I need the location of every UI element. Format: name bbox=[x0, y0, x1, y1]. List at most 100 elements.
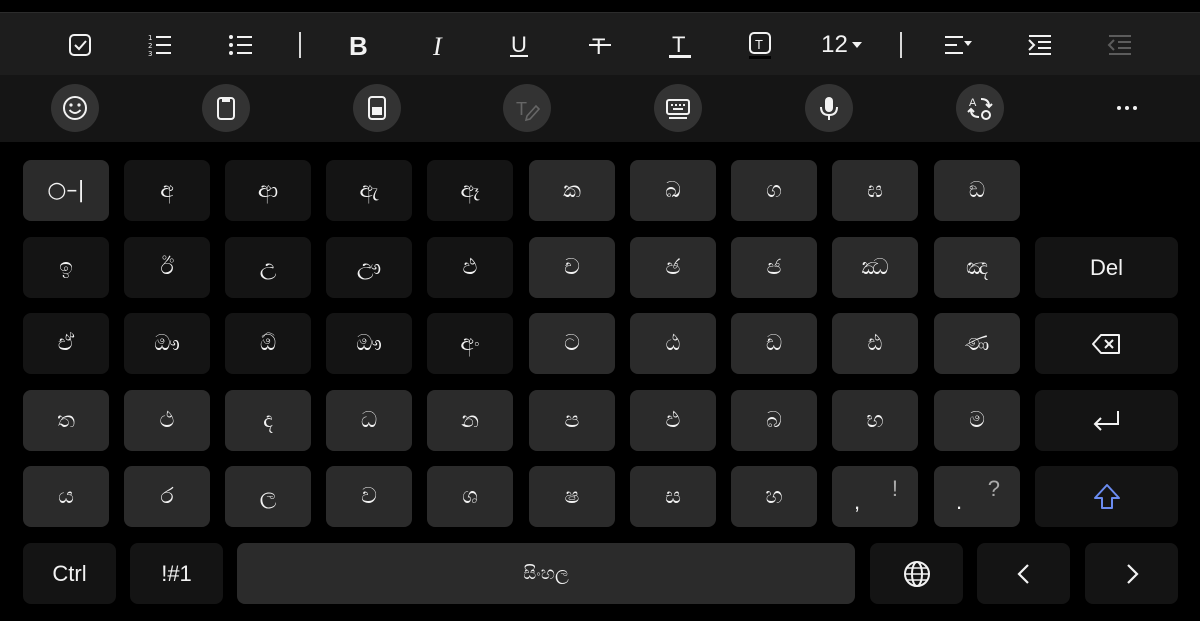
key-letter[interactable]: ආ bbox=[225, 160, 311, 221]
key-letter[interactable]: ච bbox=[529, 237, 615, 298]
key-letter[interactable]: ඩ bbox=[731, 313, 817, 374]
cursor-right-button[interactable] bbox=[1085, 543, 1178, 604]
key-letter[interactable]: ද bbox=[225, 390, 311, 451]
sinhala-keyboard: ○–| අ ආ ඇ ඈ ක ඛ ග ඝ ඞ ඉ ඊ උ ඌ ඵ ච ඡ ජ ඣ … bbox=[0, 142, 1200, 621]
space-bar[interactable]: සිංහල bbox=[237, 543, 855, 604]
key-letter[interactable]: ප bbox=[529, 390, 615, 451]
key-letter[interactable]: ඖ bbox=[124, 313, 210, 374]
key-letter[interactable]: ඇ bbox=[326, 160, 412, 221]
key-letter[interactable]: ඞ bbox=[934, 160, 1020, 221]
key-letter[interactable]: ව bbox=[326, 466, 412, 527]
keyboard-tool-bar: T A bbox=[0, 75, 1200, 142]
key-letter[interactable]: ඈ bbox=[427, 160, 513, 221]
outdent-icon[interactable] bbox=[1090, 13, 1150, 76]
key-letter[interactable]: ණ bbox=[934, 313, 1020, 374]
svg-text:I: I bbox=[432, 32, 443, 60]
key-letter[interactable]: හ bbox=[731, 466, 817, 527]
key-letter[interactable]: ම bbox=[934, 390, 1020, 451]
key-letter[interactable]: ත bbox=[23, 390, 109, 451]
key-letter[interactable]: ඨ bbox=[630, 313, 716, 374]
svg-text:T: T bbox=[672, 32, 685, 57]
svg-text:A: A bbox=[969, 97, 977, 109]
key-letter[interactable]: ඊ bbox=[124, 237, 210, 298]
del-button[interactable]: Del bbox=[1035, 237, 1178, 298]
key-letter[interactable]: ඝ bbox=[832, 160, 918, 221]
key-letter[interactable]: ට bbox=[529, 313, 615, 374]
key-letter[interactable]: අ bbox=[124, 160, 210, 221]
toolbar-divider bbox=[900, 32, 902, 58]
key-letter[interactable]: ඖ bbox=[326, 313, 412, 374]
key-letter[interactable]: ජ bbox=[731, 237, 817, 298]
chevron-down-icon bbox=[851, 41, 862, 48]
svg-text:B: B bbox=[349, 31, 368, 60]
enter-icon bbox=[1093, 410, 1119, 431]
key-letter[interactable]: ක bbox=[529, 160, 615, 221]
key-letter[interactable]: ඤ bbox=[934, 237, 1020, 298]
translate-icon: A bbox=[967, 97, 993, 120]
numbered-list-icon[interactable]: 123 bbox=[130, 13, 190, 76]
shift-button[interactable] bbox=[1035, 466, 1178, 527]
font-size-dropdown[interactable]: 12 bbox=[812, 13, 872, 76]
ctrl-button[interactable]: Ctrl bbox=[23, 543, 116, 604]
strikethrough-icon[interactable]: T bbox=[570, 13, 630, 76]
clipboard-icon bbox=[217, 97, 235, 120]
key-letter[interactable]: ධ bbox=[326, 390, 412, 451]
key-letter[interactable]: ෂ bbox=[529, 466, 615, 527]
bullet-list-icon[interactable] bbox=[211, 13, 271, 76]
key-letter[interactable]: ඌ bbox=[326, 237, 412, 298]
emoji-button[interactable] bbox=[51, 84, 99, 132]
italic-icon[interactable]: I bbox=[408, 13, 468, 76]
one-handed-button[interactable] bbox=[353, 84, 401, 132]
cursor-left-button[interactable] bbox=[977, 543, 1070, 604]
more-options-button[interactable] bbox=[1103, 84, 1151, 132]
indent-icon[interactable] bbox=[1010, 13, 1070, 76]
key-letter[interactable]: ඉ bbox=[23, 237, 109, 298]
bold-icon[interactable]: B bbox=[328, 13, 388, 76]
comma-key[interactable]: , ! bbox=[832, 466, 918, 527]
key-letter[interactable]: ථ bbox=[124, 390, 210, 451]
backspace-icon bbox=[1091, 333, 1120, 354]
backspace-button[interactable] bbox=[1035, 313, 1178, 374]
align-icon[interactable] bbox=[928, 13, 988, 76]
highlight-color-icon[interactable]: T bbox=[730, 13, 790, 76]
key-letter[interactable]: බ bbox=[731, 390, 817, 451]
key-letter[interactable]: උ bbox=[225, 237, 311, 298]
key-letter[interactable]: ඣ bbox=[832, 237, 918, 298]
enter-button[interactable] bbox=[1035, 390, 1178, 451]
key-letter[interactable]: ඵ bbox=[630, 390, 716, 451]
key-letter[interactable]: භ bbox=[832, 390, 918, 451]
key-letter[interactable]: ඡ bbox=[630, 237, 716, 298]
emoji-icon bbox=[63, 96, 87, 120]
key-letter[interactable]: ය bbox=[23, 466, 109, 527]
key-letter[interactable]: ශ bbox=[427, 466, 513, 527]
key-letter[interactable]: අං bbox=[427, 313, 513, 374]
svg-text:T: T bbox=[516, 99, 527, 119]
key-letter[interactable]: ඕ bbox=[225, 313, 311, 374]
key-letter[interactable]: ඪ bbox=[832, 313, 918, 374]
handwriting-button[interactable]: T bbox=[503, 84, 551, 132]
svg-text:T: T bbox=[755, 37, 763, 52]
checkbox-icon[interactable] bbox=[50, 13, 110, 76]
format-toolbar: 123 B I U T T T 12 bbox=[0, 12, 1200, 75]
handwriting-icon: T bbox=[516, 99, 541, 122]
symbols-button[interactable]: !#1 bbox=[130, 543, 223, 604]
period-key[interactable]: . ? bbox=[934, 466, 1020, 527]
key-letter[interactable]: න bbox=[427, 390, 513, 451]
voice-input-button[interactable] bbox=[805, 84, 853, 132]
key-letter[interactable]: ර bbox=[124, 466, 210, 527]
clipboard-button[interactable] bbox=[202, 84, 250, 132]
key-letter[interactable]: ග bbox=[731, 160, 817, 221]
svg-text:1: 1 bbox=[148, 34, 152, 42]
key-letter[interactable]: ඵ bbox=[427, 237, 513, 298]
key-zwj[interactable]: ○–| bbox=[23, 160, 109, 221]
font-size-value: 12 bbox=[821, 30, 848, 58]
language-button[interactable] bbox=[870, 543, 963, 604]
key-letter[interactable]: ල bbox=[225, 466, 311, 527]
key-letter[interactable]: ස bbox=[630, 466, 716, 527]
keyboard-settings-button[interactable] bbox=[654, 84, 702, 132]
translate-button[interactable]: A bbox=[956, 84, 1004, 132]
key-letter[interactable]: ඒ bbox=[23, 313, 109, 374]
key-letter[interactable]: ඛ bbox=[630, 160, 716, 221]
underline-icon[interactable]: U bbox=[489, 13, 549, 76]
text-color-icon[interactable]: T bbox=[650, 13, 710, 76]
